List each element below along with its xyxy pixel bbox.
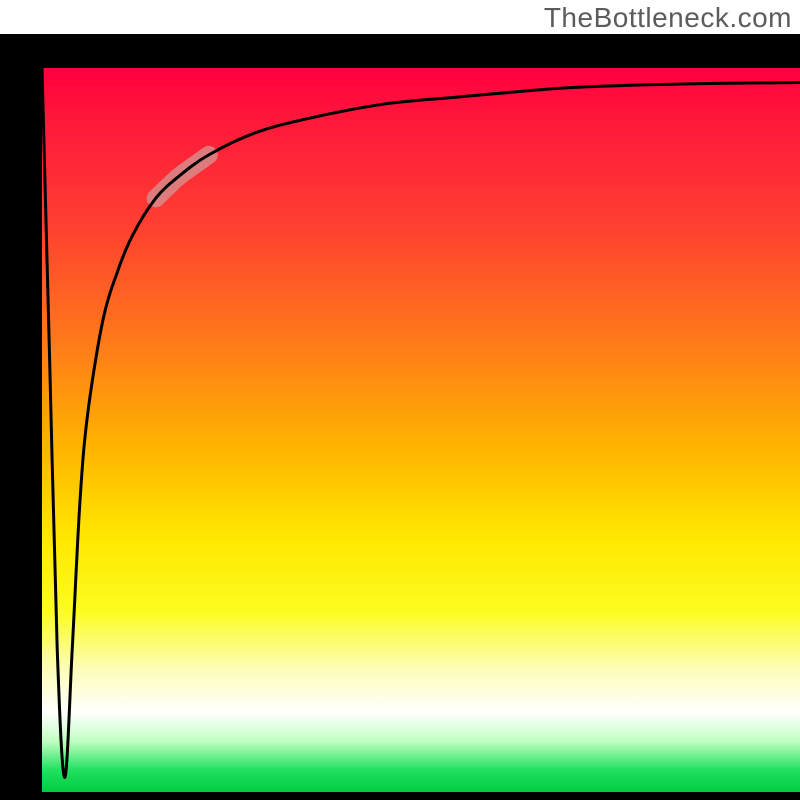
watermark-text: TheBottleneck.com bbox=[544, 2, 792, 34]
bottleneck-curve bbox=[42, 68, 800, 778]
chart-outer-border bbox=[0, 34, 800, 800]
plot-area bbox=[42, 68, 800, 792]
chart-frame: TheBottleneck.com bbox=[0, 0, 800, 800]
curve-svg bbox=[42, 68, 800, 792]
